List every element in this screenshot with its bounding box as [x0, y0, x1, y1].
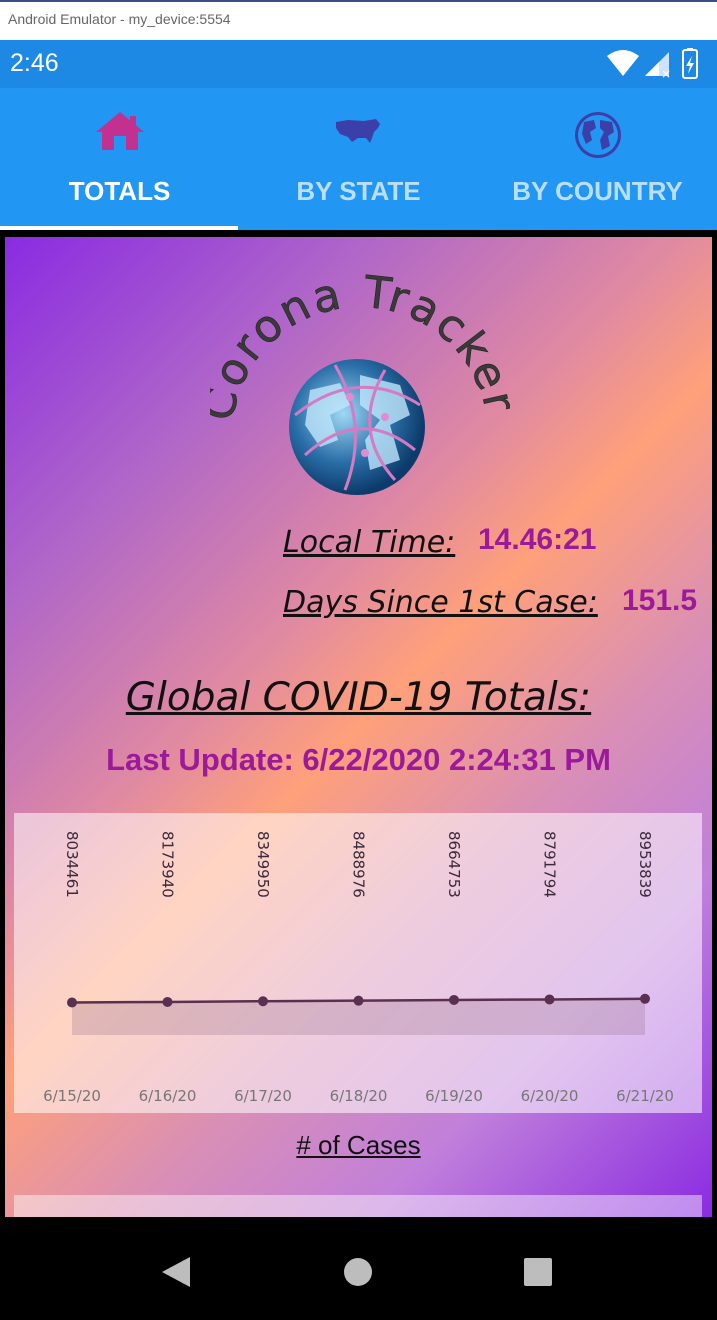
window-title: Android Emulator - my_device:5554 — [8, 11, 231, 27]
tab-bar: TOTALS BY STATE BY COUNTRY — [0, 88, 717, 230]
days-since-value: 151.5 — [622, 584, 698, 617]
signal-icon: × — [645, 52, 671, 80]
next-chart-card — [14, 1195, 702, 1217]
emulator-title-bar: Android Emulator - my_device:5554 — [0, 0, 717, 40]
globe-icon — [574, 112, 621, 158]
x-tick-label: 6/19/20 — [425, 1087, 483, 1105]
chart-caption: # of Cases — [296, 1130, 421, 1160]
tab-label: TOTALS — [68, 176, 171, 206]
status-bar: 2:46 × — [0, 40, 717, 88]
data-label: 8791794 — [541, 831, 559, 898]
status-time: 2:46 — [10, 49, 59, 77]
back-button[interactable] — [160, 1255, 192, 1289]
recents-button[interactable] — [523, 1255, 553, 1289]
tab-by-state[interactable]: BY STATE — [239, 88, 478, 230]
battery-icon — [682, 48, 698, 79]
x-tick-label: 6/15/20 — [43, 1087, 101, 1105]
data-label: 8664753 — [445, 831, 463, 898]
data-label: 8034461 — [63, 831, 81, 898]
navigation-bar — [0, 1217, 717, 1320]
data-point — [449, 994, 459, 1005]
tab-by-country[interactable]: BY COUNTRY — [478, 88, 717, 230]
data-point — [67, 997, 77, 1008]
local-time-label: Local Time: — [283, 525, 456, 560]
last-update-text: Last Update: 6/22/2020 2:24:31 PM — [106, 742, 611, 777]
wifi-icon — [607, 50, 639, 76]
days-since-label: Days Since 1st Case: — [283, 585, 598, 620]
global-totals-title: Global COVID-19 Totals: — [125, 675, 592, 720]
x-tick-label: 6/16/20 — [139, 1087, 197, 1105]
tab-indicator — [0, 226, 238, 230]
x-tick-label: 6/21/20 — [616, 1087, 674, 1105]
data-point — [353, 995, 364, 1006]
status-icons: × — [607, 48, 698, 80]
x-tick-label: 6/20/20 — [521, 1087, 579, 1105]
corona-tracker-logo: Corona Tracker — [210, 266, 510, 495]
data-label: 8953839 — [636, 831, 654, 898]
svg-text:×: × — [661, 67, 671, 80]
home-button[interactable] — [343, 1255, 373, 1289]
data-point — [544, 994, 555, 1005]
usa-map-icon — [335, 119, 380, 143]
data-point — [258, 996, 268, 1007]
tab-label: BY COUNTRY — [512, 176, 683, 206]
x-tick-label: 6/18/20 — [330, 1087, 388, 1105]
tab-totals[interactable]: TOTALS — [0, 88, 239, 230]
tab-label: BY STATE — [296, 176, 421, 206]
cases-chart: 8034461 6/15/20 8173940 6/16/20 8349950 6/17/… — [14, 813, 702, 1113]
totals-page[interactable]: Corona Tracker Local Time: 14.46:21 Days… — [5, 237, 712, 1217]
data-point — [162, 996, 173, 1007]
data-point — [640, 993, 650, 1004]
data-label: 8488976 — [350, 831, 368, 898]
local-time-value: 14.46:21 — [478, 523, 597, 556]
x-tick-label: 6/17/20 — [234, 1087, 292, 1105]
data-label: 8349950 — [254, 831, 272, 898]
home-icon — [95, 112, 144, 150]
data-label: 8173940 — [159, 831, 177, 898]
cases-chart-svg: 8034461 6/15/20 8173940 6/16/20 8349950 6/17/… — [43, 831, 674, 1105]
globe-image — [289, 359, 425, 495]
